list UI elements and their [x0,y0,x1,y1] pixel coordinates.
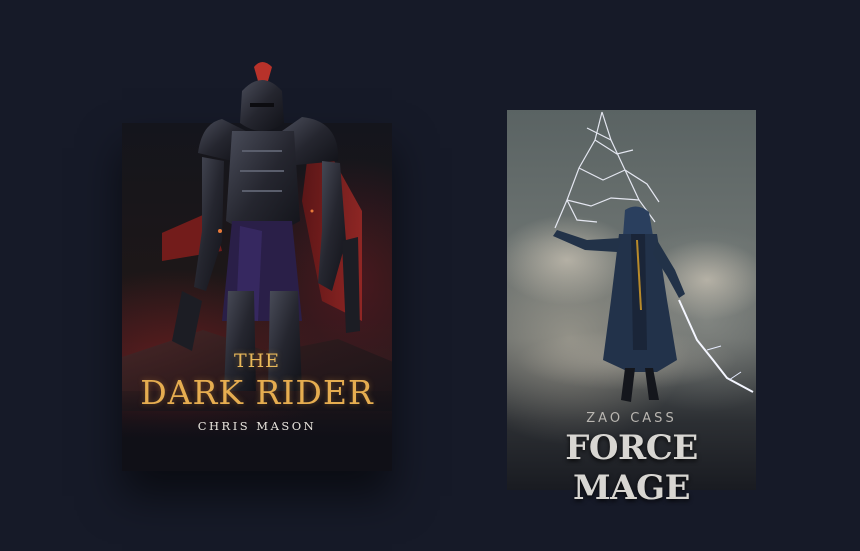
book-title-prefix: THE [233,350,281,372]
book-cover-dark-rider[interactable]: THE DARK RIDER CHRIS MASON [122,62,392,471]
book-title: DARK RIDER [140,373,374,412]
lightning-mage-artwork [507,110,756,410]
book-author: CHRIS MASON [197,419,317,433]
book-title: FORCE MAGE [565,428,698,508]
book-author: ZAO CASS [586,411,677,426]
book-cover-force-mage[interactable]: ZAO CASS FORCE MAGE [507,110,756,508]
